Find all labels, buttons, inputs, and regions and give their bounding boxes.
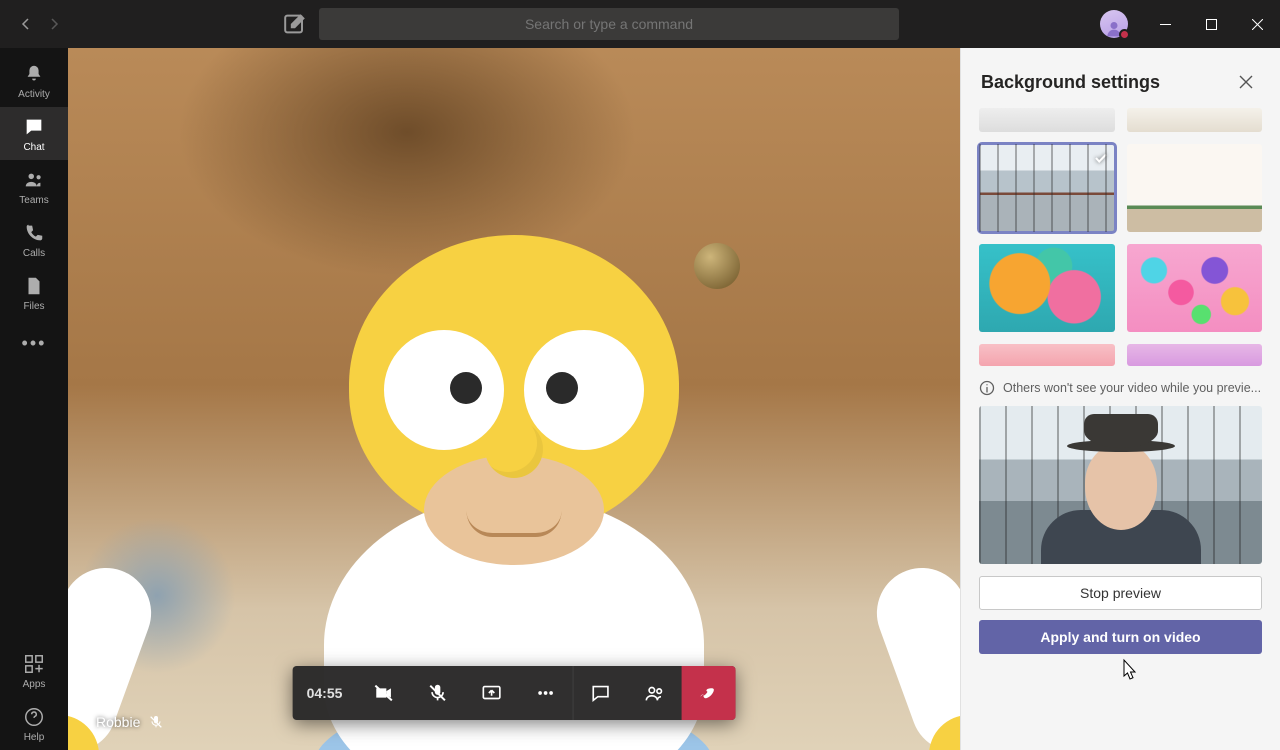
- title-bar: [0, 0, 1280, 48]
- rail-label: Calls: [23, 248, 45, 259]
- participant-label: Robbie: [96, 714, 164, 730]
- hangup-button[interactable]: [681, 666, 735, 720]
- rail-label: Help: [24, 732, 45, 743]
- remote-video: [68, 48, 960, 750]
- participant-name: Robbie: [96, 714, 140, 730]
- show-participants[interactable]: [627, 666, 681, 720]
- preview-info-text: Others won't see your video while you pr…: [1003, 381, 1261, 395]
- profile-avatar[interactable]: [1100, 10, 1128, 38]
- rail-activity[interactable]: Activity: [0, 54, 68, 107]
- stop-preview-button[interactable]: Stop preview: [979, 576, 1262, 610]
- background-grid: [961, 108, 1280, 366]
- compose-icon[interactable]: [281, 10, 309, 38]
- teams-icon: [23, 169, 45, 191]
- share-button[interactable]: [464, 666, 518, 720]
- video-preview: [979, 406, 1262, 564]
- bg-option[interactable]: [1127, 108, 1263, 132]
- back-button[interactable]: [18, 16, 34, 32]
- rail-chat[interactable]: Chat: [0, 107, 68, 160]
- rail-calls[interactable]: Calls: [0, 213, 68, 266]
- search-input[interactable]: [319, 8, 899, 40]
- rail-label: Chat: [23, 142, 44, 153]
- bg-option[interactable]: [1127, 144, 1263, 232]
- panel-close-button[interactable]: [1232, 68, 1260, 96]
- rail-more[interactable]: •••: [22, 319, 47, 368]
- file-icon: [23, 275, 45, 297]
- video-stage: Robbie 04:55: [68, 48, 960, 750]
- bell-icon: [23, 63, 45, 85]
- call-timer: 04:55: [293, 666, 357, 720]
- forward-button[interactable]: [46, 16, 62, 32]
- info-icon: [979, 380, 995, 396]
- chat-icon: [23, 116, 45, 138]
- muted-icon: [148, 714, 164, 730]
- window-controls: [1142, 0, 1280, 48]
- rail-label: Teams: [19, 195, 48, 206]
- app-rail: Activity Chat Teams Calls Files ••• Apps…: [0, 48, 68, 750]
- bg-option[interactable]: [979, 344, 1115, 366]
- rail-label: Files: [23, 301, 44, 312]
- help-icon: [23, 706, 45, 728]
- bg-option[interactable]: [1127, 244, 1263, 332]
- minimize-button[interactable]: [1142, 0, 1188, 48]
- bg-option[interactable]: [979, 244, 1115, 332]
- background-settings-panel: Background settings Others won't see you…: [960, 48, 1280, 750]
- rail-teams[interactable]: Teams: [0, 160, 68, 213]
- preview-info: Others won't see your video while you pr…: [961, 366, 1280, 406]
- presence-indicator: [1119, 29, 1130, 40]
- phone-icon: [23, 222, 45, 244]
- rail-label: Activity: [18, 89, 50, 100]
- apply-video-button[interactable]: Apply and turn on video: [979, 620, 1262, 654]
- rail-files[interactable]: Files: [0, 266, 68, 319]
- bg-option[interactable]: [979, 108, 1115, 132]
- rail-label: Apps: [23, 679, 46, 690]
- show-conversation[interactable]: [573, 666, 627, 720]
- camera-toggle[interactable]: [356, 666, 410, 720]
- maximize-button[interactable]: [1188, 0, 1234, 48]
- more-actions[interactable]: [518, 666, 572, 720]
- mic-toggle[interactable]: [410, 666, 464, 720]
- history-nav: [0, 16, 80, 32]
- panel-title: Background settings: [981, 72, 1160, 93]
- call-controls: 04:55: [293, 666, 736, 720]
- check-icon: [1093, 150, 1109, 171]
- apps-icon: [23, 653, 45, 675]
- bg-option-selected[interactable]: [979, 144, 1115, 232]
- close-button[interactable]: [1234, 0, 1280, 48]
- bg-option[interactable]: [1127, 344, 1263, 366]
- rail-apps[interactable]: Apps: [0, 644, 68, 697]
- rail-help[interactable]: Help: [0, 697, 68, 750]
